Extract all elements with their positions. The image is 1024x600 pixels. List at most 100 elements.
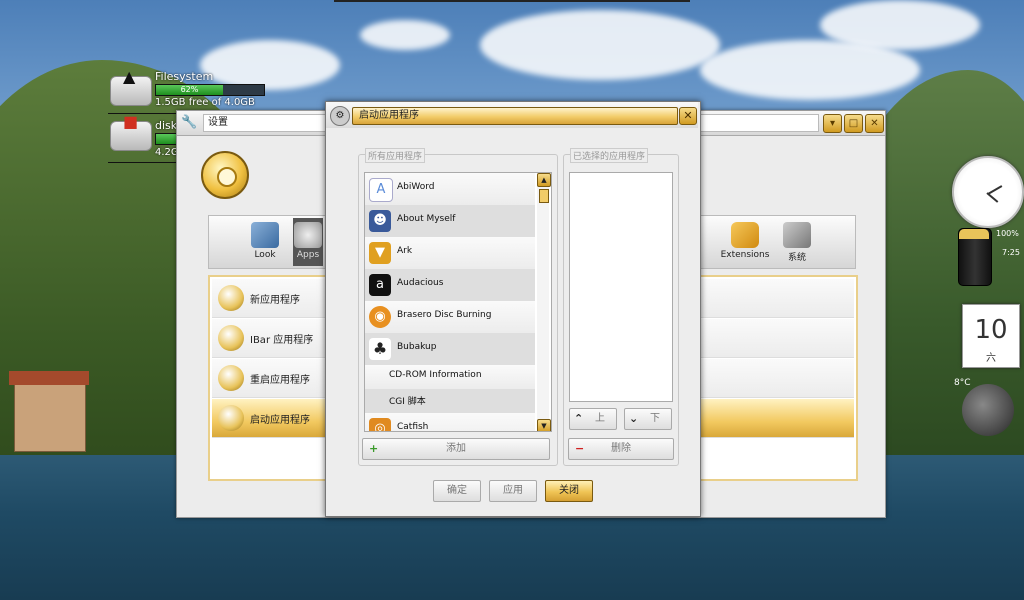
up-label: 上 xyxy=(595,413,605,424)
row-label: 重启应用程序 xyxy=(250,375,310,386)
app-label: Ark xyxy=(397,246,413,256)
brasero-icon: ◉ xyxy=(369,306,391,328)
windows-disk-icon: ■ xyxy=(110,112,152,151)
selected-apps-label: 已选择的应用程序 xyxy=(570,148,649,163)
maximize-button[interactable]: □ xyxy=(844,114,863,133)
battery-percent: 100% xyxy=(996,229,1019,238)
audacious-icon: a xyxy=(369,274,391,296)
settings-gear-icon xyxy=(201,151,249,199)
scroll-down-icon[interactable]: ▼ xyxy=(537,419,551,431)
app-label: AbiWord xyxy=(397,182,435,192)
battery-time: 7:25 xyxy=(1002,248,1020,257)
list-item[interactable]: ☻ About Myself xyxy=(365,205,535,238)
toolbar-label: Extensions xyxy=(720,250,770,260)
delete-label: 删除 xyxy=(611,443,631,454)
app-gear-icon xyxy=(218,405,244,431)
hard-disk-icon: ▲ xyxy=(110,67,152,106)
list-item[interactable]: ♣ Bubakup xyxy=(365,333,535,366)
selected-apps-list[interactable] xyxy=(569,172,673,402)
ok-button[interactable]: 确定 xyxy=(433,480,481,502)
temperature: 8°C xyxy=(954,378,971,388)
cloud xyxy=(820,0,980,50)
filesystem-free: 1.5GB free of 4.0GB xyxy=(155,97,255,108)
down-label: 下 xyxy=(650,413,660,424)
weather-moon-icon[interactable] xyxy=(962,384,1014,436)
clock-widget[interactable] xyxy=(952,156,1024,228)
toolbar-label: Look xyxy=(254,250,276,260)
row-label: IBar 应用程序 xyxy=(250,335,314,346)
list-item[interactable]: ◎ Catfish xyxy=(365,413,535,432)
laptop-icon xyxy=(783,222,811,248)
close-button[interactable]: 关闭 xyxy=(545,480,593,502)
list-item[interactable]: ◉ Brasero Disc Burning xyxy=(365,301,535,334)
add-label: 添加 xyxy=(446,443,466,454)
cloud xyxy=(360,20,450,50)
abiword-icon: A xyxy=(369,178,393,202)
apply-button[interactable]: 应用 xyxy=(489,480,537,502)
scroll-up-icon[interactable]: ▲ xyxy=(537,173,551,187)
minimize-button[interactable]: ▾ xyxy=(823,114,842,133)
all-apps-label: 所有应用程序 xyxy=(365,148,426,163)
toolbar-look[interactable]: Look xyxy=(239,218,291,266)
list-item[interactable]: CD-ROM Information xyxy=(365,365,535,390)
minus-icon: − xyxy=(575,442,585,455)
filesystem-usage-fill: 62% xyxy=(156,85,223,95)
scrollbar[interactable]: ▲ ▼ xyxy=(537,173,551,431)
app-label: Audacious xyxy=(397,278,444,288)
battery-icon[interactable] xyxy=(958,228,992,286)
puzzle-icon xyxy=(731,222,759,248)
app-label: CGI 脚本 xyxy=(389,397,426,407)
look-icon xyxy=(251,222,279,248)
app-label: Catfish xyxy=(397,422,429,432)
disk-name: disk xyxy=(155,119,178,132)
move-up-button[interactable]: ⌃ 上 xyxy=(569,408,617,430)
app-gear-icon xyxy=(218,365,244,391)
close-button[interactable]: ✕ xyxy=(865,114,884,133)
catfish-icon: ◎ xyxy=(369,418,391,431)
all-apps-list: A AbiWord ☻ About Myself ▼ Ark a Audacio… xyxy=(364,172,552,432)
toolbar-label: 系统 xyxy=(787,253,806,263)
filesystem-name: Filesystem xyxy=(155,70,214,83)
list-item[interactable]: A AbiWord xyxy=(365,173,535,206)
chevron-down-icon: ⌄ xyxy=(629,412,639,425)
dialog-titlebar: ⚙ 启动应用程序 ✕ xyxy=(326,102,698,128)
chevron-up-icon: ⌃ xyxy=(574,412,584,425)
apps-gear-icon xyxy=(294,222,322,248)
ark-icon: ▼ xyxy=(369,242,391,264)
app-label: CD-ROM Information xyxy=(389,370,482,380)
toolbar-apps[interactable]: Apps xyxy=(293,218,323,266)
top-bar xyxy=(334,0,690,2)
dialog-close-icon[interactable]: ✕ xyxy=(679,107,697,125)
startup-apps-dialog: ⚙ 启动应用程序 ✕ 所有应用程序 已选择的应用程序 A AbiWord ☻ A… xyxy=(325,101,701,517)
plus-icon: + xyxy=(369,442,379,455)
person-icon: ☻ xyxy=(369,210,391,232)
move-down-button[interactable]: ⌄ 下 xyxy=(624,408,672,430)
gnome-foot-icon: ♣ xyxy=(369,338,391,360)
clock-minute-hand xyxy=(986,192,999,203)
filesystem-widget[interactable]: ▲ Filesystem 62% 1.5GB free of 4.0GB xyxy=(108,67,288,110)
toolbar-label: Apps xyxy=(296,250,320,260)
filesystem-usage-bar: 62% xyxy=(155,84,265,96)
wrench-icon: 🔧 xyxy=(181,115,198,130)
cloud xyxy=(480,10,720,80)
toolbar-system[interactable]: 系统 xyxy=(771,218,823,266)
row-label: 启动应用程序 xyxy=(250,415,310,426)
calendar-weekday: 六 xyxy=(986,353,996,364)
toolbar-extensions[interactable]: Extensions xyxy=(715,218,775,266)
add-button[interactable]: + 添加 xyxy=(362,438,550,460)
list-item[interactable]: ▼ Ark xyxy=(365,237,535,270)
app-gear-icon xyxy=(218,325,244,351)
calendar-widget[interactable]: 10 六 xyxy=(962,304,1020,368)
tux-icon: ▲ xyxy=(123,67,136,86)
windows-logo-icon: ■ xyxy=(123,112,139,131)
dialog-title: 启动应用程序 xyxy=(352,107,678,125)
app-label: About Myself xyxy=(397,214,456,224)
app-gear-icon xyxy=(218,285,244,311)
calendar-day: 10 xyxy=(974,315,1008,345)
delete-button[interactable]: − 删除 xyxy=(568,438,674,460)
scroll-thumb[interactable] xyxy=(539,189,549,203)
list-item[interactable]: a Audacious xyxy=(365,269,535,302)
row-label: 新应用程序 xyxy=(250,295,300,306)
disk-usage-fill xyxy=(156,134,177,144)
list-item[interactable]: CGI 脚本 xyxy=(365,389,535,414)
